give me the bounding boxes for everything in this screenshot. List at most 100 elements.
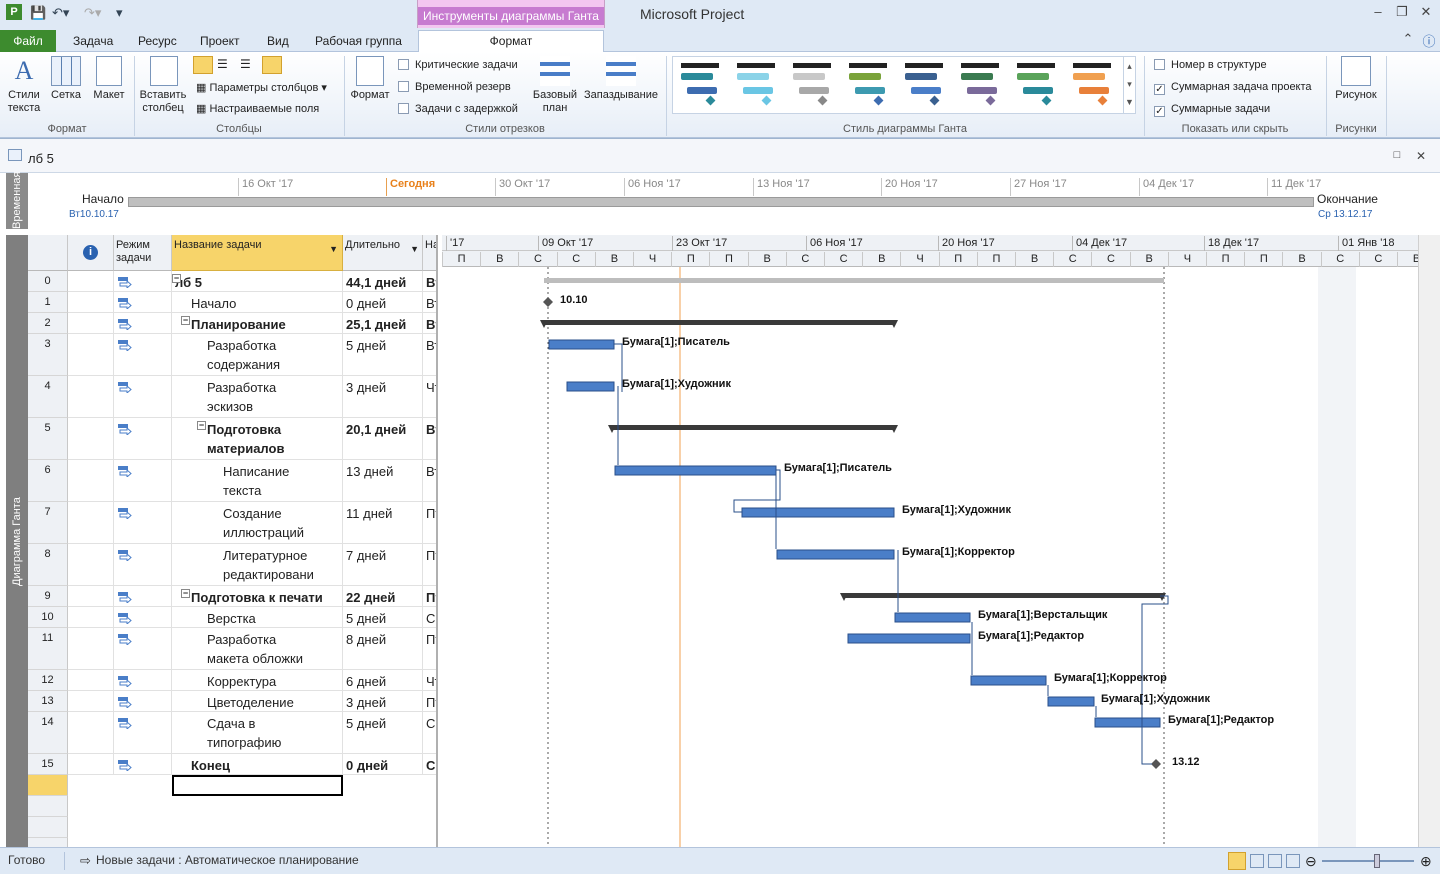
mode-cell[interactable] [114,460,172,502]
info-cell[interactable] [68,607,114,628]
info-cell[interactable] [68,691,114,712]
duration-cell[interactable]: 13 дней [343,460,423,502]
doc-restore-icon[interactable]: □ [1386,149,1408,161]
timeline-side-tab[interactable]: Временная [6,172,28,229]
customize-qat-icon[interactable]: ▾ [116,4,123,22]
summary-bar[interactable] [612,425,894,430]
milestone[interactable] [543,297,553,307]
close-icon[interactable]: ✕ [1415,4,1437,20]
mode-column-header[interactable]: Режим задачи [114,235,172,271]
info-cell[interactable] [68,313,114,334]
slippage-button[interactable]: Запаздывание [582,56,660,102]
team-planner-view-icon[interactable] [1268,854,1282,868]
task-name-cell[interactable]: Верстка [172,607,343,628]
gantt-style-7[interactable] [1013,63,1059,107]
mode-cell[interactable] [114,271,172,292]
duration-cell[interactable]: 22 дней [343,586,423,607]
task-name-cell[interactable]: Разработка содержания [172,334,343,376]
mode-cell[interactable] [114,712,172,754]
info-cell[interactable] [68,460,114,502]
tab-view[interactable]: Вид [267,32,289,52]
new-tasks-mode[interactable]: Новые задачи : Автоматическое планирован… [96,853,359,867]
baseline-button[interactable]: Базовый план [530,56,580,115]
duration-cell[interactable]: 8 дней [343,628,423,670]
duration-cell[interactable]: 11 дней [343,502,423,544]
task-bar[interactable] [614,465,777,476]
mode-cell[interactable] [114,691,172,712]
row-number[interactable]: 12 [28,670,68,691]
row-number[interactable]: 0 [28,271,68,292]
restore-icon[interactable]: ❐ [1391,4,1413,20]
row-number[interactable]: 13 [28,691,68,712]
gantt-style-6[interactable] [957,63,1003,107]
text-styles-button[interactable]: A Стили текста [4,56,44,115]
collapse-icon[interactable]: − [172,274,181,283]
outline-number-checkbox[interactable]: Номер в структуре [1154,58,1267,74]
zoom-in-icon[interactable]: ⊕ [1420,853,1432,869]
collapse-ribbon-icon[interactable]: ⌃ [1397,31,1419,47]
task-grid[interactable]: i Режим задачи Название задачи ▼ Длительн… [28,235,438,848]
insert-column-button[interactable]: Вставить столбец [138,56,190,115]
bar-format-button[interactable]: Формат [348,56,392,102]
start-cell[interactable]: Ср [423,607,436,628]
row-number[interactable]: 3 [28,334,68,376]
slack-checkbox[interactable]: Временной резерв [398,80,511,96]
mode-cell[interactable] [114,670,172,691]
mode-cell[interactable] [114,334,172,376]
duration-cell[interactable]: 6 дней [343,670,423,691]
custom-fields-button[interactable]: ▦ Настраиваемые поля [196,102,319,118]
gallery-scroll-icon[interactable]: ▴ ▾ ▼ [1123,57,1135,113]
dependency-link[interactable] [733,469,781,513]
undo-icon[interactable]: ↶▾ [52,4,69,22]
start-cell[interactable]: Чт [423,670,436,691]
mode-cell[interactable] [114,292,172,313]
row-number[interactable]: 2 [28,313,68,334]
duration-cell[interactable]: 25,1 дней [343,313,423,334]
tab-resource[interactable]: Ресурс [138,32,177,52]
gantt-style-8[interactable] [1069,63,1115,107]
task-name-cell[interactable]: − Подготовка материалов [172,418,343,460]
info-cell[interactable] [68,628,114,670]
task-name-cell[interactable]: Цветоделение [172,691,343,712]
mode-cell[interactable] [114,586,172,607]
align-right-icon[interactable]: ☰ [240,58,256,72]
task-name-cell[interactable]: Создание иллюстраций [172,502,343,544]
row-number[interactable]: 15 [28,754,68,775]
duration-cell[interactable]: 20,1 дней [343,418,423,460]
task-bar[interactable] [847,633,971,644]
row-number[interactable]: 10 [28,607,68,628]
tab-team[interactable]: Рабочая группа [315,32,402,52]
task-name-cell[interactable]: − Планирование [172,313,343,334]
save-icon[interactable]: 💾 [30,4,46,22]
gantt-style-gallery[interactable]: ▴ ▾ ▼ [672,56,1136,114]
selected-cell[interactable] [172,775,343,796]
grid-button[interactable]: Сетка [48,56,84,102]
duration-cell[interactable]: 7 дней [343,544,423,586]
select-all-header[interactable] [28,235,68,271]
start-cell[interactable]: Ср [423,754,436,775]
start-cell[interactable]: Пт [423,586,436,607]
task-name-cell[interactable]: Сдача в типографию [172,712,343,754]
start-cell[interactable]: Чт [423,376,436,418]
mode-cell[interactable] [114,628,172,670]
collapse-icon[interactable]: − [181,589,190,598]
start-cell[interactable]: Вт [423,313,436,334]
summary-tasks-checkbox[interactable]: ✓ Суммарные задачи [1154,102,1270,118]
resource-view-icon[interactable] [1286,854,1300,868]
start-cell[interactable]: Пт [423,502,436,544]
column-settings-button[interactable]: ▦ Параметры столбцов ▾ [196,81,327,97]
row-number[interactable]: 7 [28,502,68,544]
gantt-chart[interactable]: '17 09 Окт '17 23 Окт '17 06 Ноя '17 20 Ноя … [442,235,1418,848]
row-number[interactable]: 11 [28,628,68,670]
row-number[interactable]: 6 [28,460,68,502]
project-summary-bar[interactable] [544,278,1164,283]
info-cell[interactable] [68,544,114,586]
row-number[interactable] [28,796,68,817]
start-cell[interactable]: Вт [423,460,436,502]
dependency-link[interactable] [614,343,623,392]
filter-dropdown-icon[interactable]: ▼ [329,243,338,256]
zoom-out-icon[interactable]: ⊖ [1305,853,1317,869]
start-cell[interactable]: Вт [423,334,436,376]
row-number[interactable]: 14 [28,712,68,754]
task-bar[interactable] [566,381,615,392]
